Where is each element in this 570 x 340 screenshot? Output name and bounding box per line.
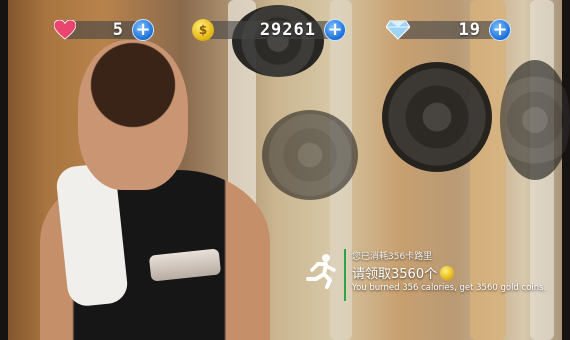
reward-claim-cn: 请领取3560个 — [352, 263, 455, 282]
reward-message-en: You burned 356 calories, get 3560 gold c… — [352, 283, 547, 293]
diamond-icon — [385, 17, 411, 43]
lives-counter: 5 + — [52, 17, 160, 43]
coins-counter: $ 29261 + — [190, 17, 352, 43]
coins-value: 29261 — [259, 20, 316, 40]
plus-icon: + — [492, 19, 508, 40]
add-lives-button[interactable]: + — [132, 19, 154, 41]
plus-icon: + — [327, 19, 343, 40]
reward-divider — [344, 249, 346, 301]
gems-counter: 19 + — [385, 17, 517, 43]
running-person-icon — [304, 253, 338, 289]
weight-plate — [500, 60, 570, 180]
plus-icon: + — [135, 19, 151, 40]
weight-plate — [382, 62, 492, 172]
reward-calories-cn: 您已消耗356卡路里 — [352, 252, 433, 262]
weight-plate — [262, 110, 358, 200]
coin-icon: $ — [190, 17, 216, 43]
left-letterbox — [0, 0, 8, 340]
heart-icon — [52, 17, 78, 43]
coin-icon — [440, 265, 455, 280]
reward-claim-text: 请领取3560个 — [352, 267, 438, 282]
reward-notification: 您已消耗356卡路里 请领取3560个 You burned 356 calor… — [302, 245, 570, 305]
add-coins-button[interactable]: + — [324, 19, 346, 41]
game-screen: 5 + $ 29261 + 19 + 您已消耗356卡路里 请领取3560个 Y… — [0, 0, 570, 340]
lives-value: 5 — [112, 20, 124, 40]
gems-value: 19 — [458, 20, 481, 40]
add-gems-button[interactable]: + — [489, 19, 511, 41]
person-head — [78, 40, 188, 190]
